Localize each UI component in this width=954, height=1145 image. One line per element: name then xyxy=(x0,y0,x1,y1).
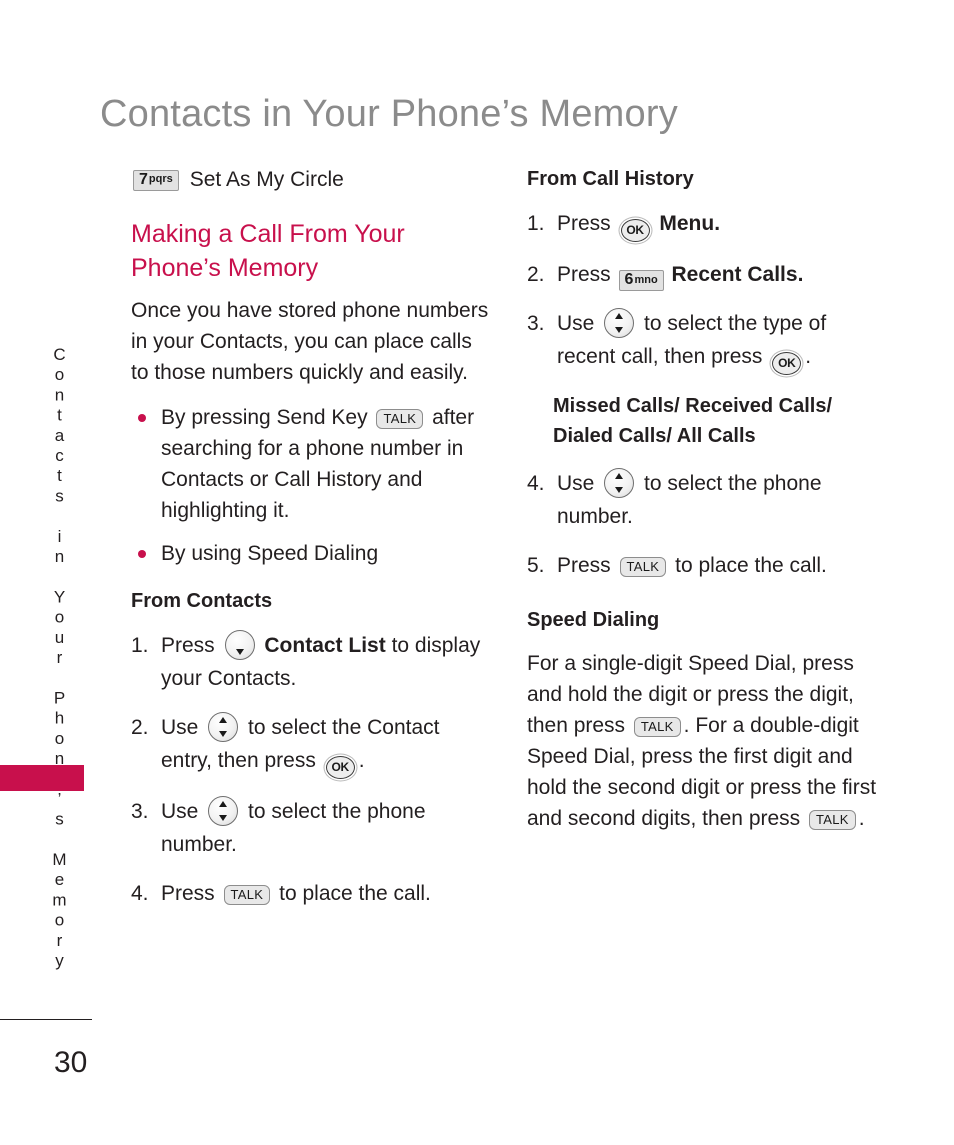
step-0-bold: Contact List xyxy=(264,634,386,657)
rcstep-0-pre: Use xyxy=(557,472,595,495)
triangle-down-icon xyxy=(219,731,228,737)
bullet-1-pre: By using Speed Dialing xyxy=(161,542,379,565)
talk-key-icon: TALK xyxy=(619,557,667,577)
subheading-from-call-history: From Call History xyxy=(527,168,694,190)
page-number: 30 xyxy=(54,1046,88,1079)
rstep-0-tail: . xyxy=(714,212,721,235)
methods-bullet-list: By pressing Send Key TALK after searchin… xyxy=(131,402,491,569)
ok-key-icon: OK xyxy=(620,219,650,242)
rcstep-1-pre: Press xyxy=(557,554,611,577)
keypad-6-letters: mno xyxy=(634,273,658,286)
list-item: 5. Press TALK to place the call. xyxy=(527,549,887,582)
step-number: 2. xyxy=(527,263,545,286)
bullet-0-pre: By pressing Send Key xyxy=(161,406,368,429)
list-item: 1. Press Contact List to display your Co… xyxy=(131,629,491,695)
speed-dialing-paragraph: For a single-digit Speed Dial, press and… xyxy=(527,648,887,834)
keypad-7-letters: pqrs xyxy=(148,173,173,185)
section-heading-making-a-call: Making a Call From Your Phone’s Memory xyxy=(131,220,405,282)
side-rail-chapter-label: Contacts in Your Phone’s Memory xyxy=(50,345,69,972)
step-number: 5. xyxy=(527,554,545,577)
step-number: 3. xyxy=(131,800,149,823)
ok-key-icon: OK xyxy=(772,352,802,375)
keypad-7-digit: 7 xyxy=(139,170,148,188)
triangle-up-icon xyxy=(615,473,624,479)
talk-key-icon: TALK xyxy=(223,885,271,905)
list-item: By pressing Send Key TALK after searchin… xyxy=(131,402,491,526)
step-1-tail: . xyxy=(358,749,365,772)
speed-text-3: . xyxy=(858,807,865,830)
side-rail: Contacts in Your Phone’s Memory xyxy=(42,345,76,971)
rcstep-0-post: to select the phone number. xyxy=(557,472,822,528)
step-3-post: to place the call. xyxy=(279,882,431,905)
nav-up-down-key-icon xyxy=(208,796,239,826)
from-contacts-steps: 1. Press Contact List to display your Co… xyxy=(131,629,491,910)
side-tab-marker xyxy=(0,765,84,791)
right-column: From Call History 1. Press OK Menu. 2. P… xyxy=(527,165,887,848)
intro-paragraph: Once you have stored phone numbers in yo… xyxy=(131,299,489,384)
menu-item-set-as-my-circle: 7 pqrs Set As My Circle xyxy=(131,165,491,195)
rstep-1-tail: . xyxy=(797,263,804,286)
rcstep-1-post: to place the call. xyxy=(675,554,827,577)
list-item: 3. Use to select the phone number. xyxy=(131,795,491,861)
triangle-up-icon xyxy=(219,717,228,723)
nav-up-down-key-icon xyxy=(208,712,239,742)
step-number: 4. xyxy=(527,472,545,495)
nav-down-key-icon xyxy=(224,630,255,660)
step-3-pre: Press xyxy=(161,882,215,905)
from-call-history-steps: 1. Press OK Menu. 2. Press 6 mno Recent C… xyxy=(527,207,887,375)
triangle-down-icon xyxy=(219,815,228,821)
keypad-7-icon: 7 pqrs xyxy=(133,169,179,191)
step-0-pre: Press xyxy=(161,634,215,657)
talk-key-icon: TALK xyxy=(376,409,424,429)
list-item: 4. Press TALK to place the call. xyxy=(131,877,491,910)
triangle-down-icon xyxy=(615,327,624,333)
subheading-from-contacts: From Contacts xyxy=(131,590,273,612)
list-item: 2. Press 6 mno Recent Calls. xyxy=(527,258,887,291)
rstep-0-pre: Press xyxy=(557,212,611,235)
ok-key-icon: OK xyxy=(325,756,355,779)
rstep-2-tail: . xyxy=(805,345,812,368)
step-number: 1. xyxy=(527,212,545,235)
keypad-6-digit: 6 xyxy=(624,271,634,288)
left-column: 7 pqrs Set As My Circle Making a Call Fro… xyxy=(131,165,491,926)
rstep-2-pre: Use xyxy=(557,312,595,335)
list-item: 3. Use to select the type of recent call… xyxy=(527,307,887,375)
rstep-0-bold: Menu xyxy=(659,212,715,235)
triangle-down-icon xyxy=(235,649,244,655)
list-item: By using Speed Dialing xyxy=(131,538,491,569)
step-1-pre: Use xyxy=(161,716,199,739)
step-number: 4. xyxy=(131,882,149,905)
list-item: 1. Press OK Menu. xyxy=(527,207,887,242)
talk-key-icon: TALK xyxy=(633,717,681,737)
list-item: 2. Use to select the Contact entry, then… xyxy=(131,711,491,779)
rstep-1-pre: Press xyxy=(557,263,611,286)
list-item: 4. Use to select the phone number. xyxy=(527,467,887,533)
rstep-1-bold: Recent Calls xyxy=(671,263,798,286)
triangle-up-icon xyxy=(615,313,624,319)
keypad-6-icon: 6 mno xyxy=(618,270,664,291)
from-call-history-steps-continued: 4. Use to select the phone number. 5. Pr… xyxy=(527,467,887,582)
talk-key-icon: TALK xyxy=(809,810,856,830)
step-1-post: to select the Contact entry, then press xyxy=(161,716,440,772)
page-title: Contacts in Your Phone’s Memory xyxy=(100,93,678,136)
step-number: 3. xyxy=(527,312,545,335)
footer-divider xyxy=(0,1019,92,1020)
step-2-pre: Use xyxy=(161,800,199,823)
call-type-options: Missed Calls/ Received Calls/ Dialed Cal… xyxy=(553,395,833,447)
nav-up-down-key-icon xyxy=(604,468,635,498)
step-number: 2. xyxy=(131,716,149,739)
triangle-down-icon xyxy=(615,487,624,493)
nav-up-down-key-icon xyxy=(604,308,635,338)
step-2-post: to select the phone number. xyxy=(161,800,426,856)
menu-item-label: Set As My Circle xyxy=(189,168,344,191)
step-number: 1. xyxy=(131,634,149,657)
subheading-speed-dialing: Speed Dialing xyxy=(527,609,660,631)
triangle-up-icon xyxy=(219,801,228,807)
